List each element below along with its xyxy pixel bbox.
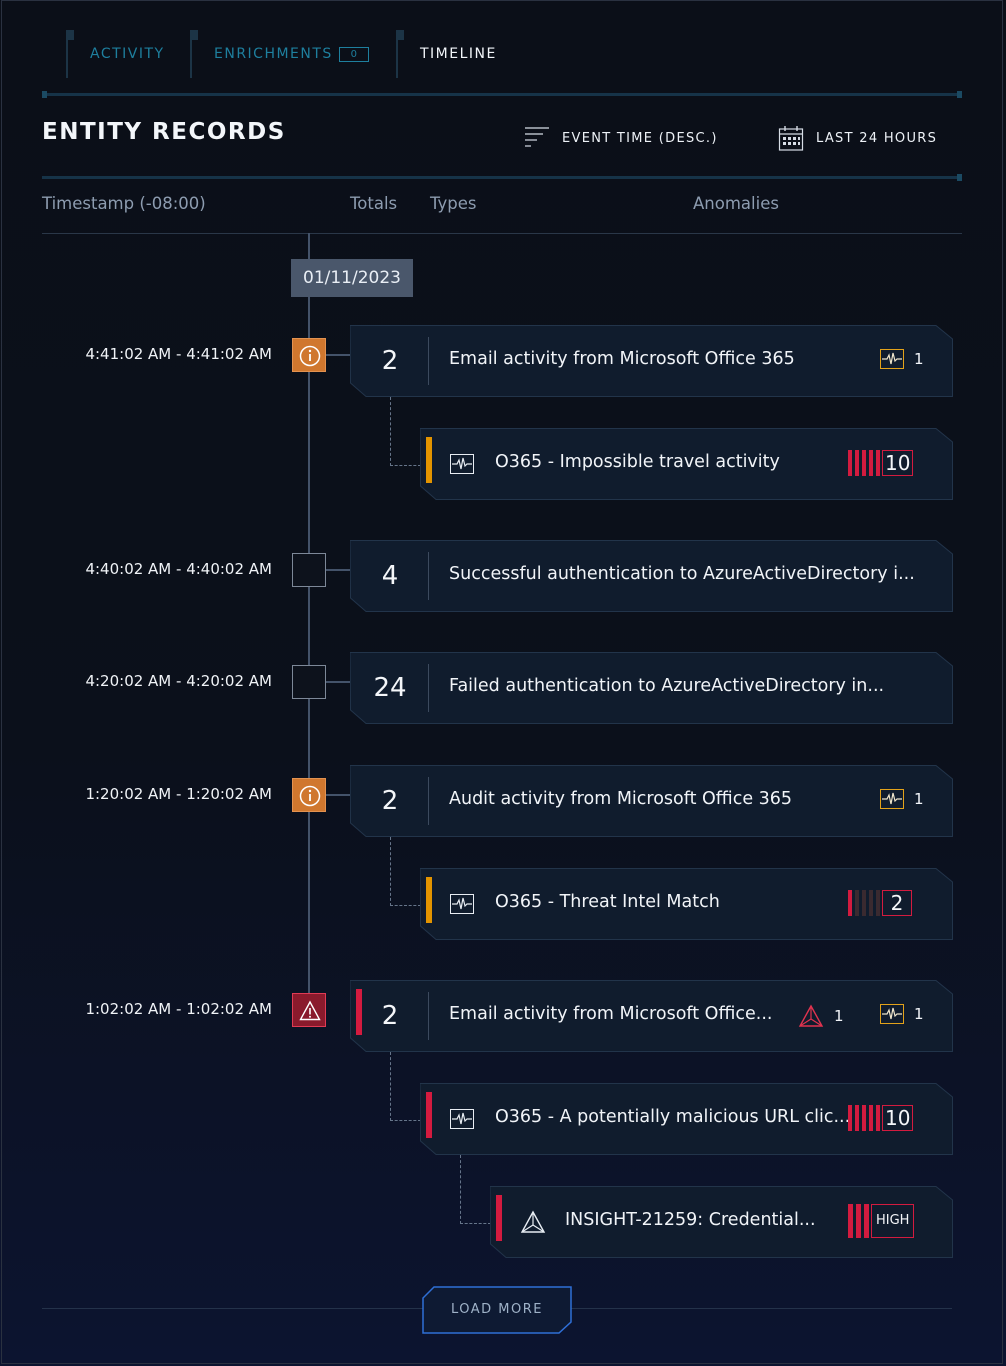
record-timestamp: 4:41:02 AM - 4:41:02 AM [85, 345, 272, 363]
child-connector [390, 837, 421, 906]
record-total: 24 [373, 673, 407, 703]
anomaly-count: 1 [914, 790, 924, 808]
record-card[interactable]: 2 Email activity from Microsoft Office 3… [350, 325, 953, 397]
anomaly-count: 1 [914, 350, 924, 368]
anomaly-name: O365 - Impossible travel activity [495, 452, 780, 472]
severity-meter: 2 [848, 890, 912, 916]
child-connector [390, 1052, 421, 1121]
record-type: Failed authentication to AzureActiveDire… [449, 676, 885, 696]
date-marker: 01/11/2023 [291, 259, 413, 297]
record-card[interactable]: 2 Email activity from Microsoft Office..… [350, 980, 953, 1052]
severity-score: 10 [882, 1105, 914, 1131]
sort-control[interactable]: EVENT TIME (DESC.) [524, 125, 718, 151]
record-type: Email activity from Microsoft Office 365 [449, 349, 795, 369]
anomaly-indicator[interactable]: 1 [880, 1004, 924, 1024]
record-total: 2 [381, 346, 399, 376]
column-header-timestamp: Timestamp (-08:00) [42, 194, 206, 213]
anomaly-pulse-icon [880, 349, 904, 369]
card-divider [428, 664, 429, 712]
severity-bars [848, 890, 880, 916]
child-connector [460, 1155, 491, 1224]
anomaly-indicator[interactable]: 1 [880, 349, 924, 369]
tab-activity-label: ACTIVITY [90, 46, 165, 62]
insight-card[interactable]: INSIGHT-21259: Credential... HIGH [489, 1186, 953, 1258]
pulse-icon [450, 894, 474, 914]
record-timestamp: 4:40:02 AM - 4:40:02 AM [85, 560, 272, 578]
record-type: Email activity from Microsoft Office... [449, 1004, 773, 1024]
column-header-divider [42, 233, 962, 234]
card-divider [428, 337, 429, 385]
severity-bars [848, 1204, 869, 1238]
anomaly-name: O365 - A potentially malicious URL clic.… [495, 1107, 851, 1127]
node-connector [326, 569, 350, 571]
node-connector [326, 794, 350, 796]
insight-name: INSIGHT-21259: Credential... [565, 1210, 816, 1230]
event-node[interactable] [292, 665, 326, 699]
anomaly-indicator[interactable]: 1 [880, 789, 924, 809]
severity-bars [848, 1105, 880, 1131]
pulse-icon [450, 454, 474, 474]
record-total: 2 [381, 1001, 399, 1031]
insight-icon [520, 1210, 546, 1233]
anomaly-card[interactable]: O365 - Threat Intel Match 2 [419, 868, 953, 940]
insight-icon [798, 1004, 824, 1027]
warning-node-icon[interactable] [292, 993, 326, 1027]
sort-icon [525, 127, 549, 147]
page-title: ENTITY RECORDS [42, 119, 286, 145]
node-connector [326, 681, 350, 683]
record-timestamp: 1:20:02 AM - 1:20:02 AM [85, 785, 272, 803]
anomaly-accent [426, 1092, 432, 1138]
record-card[interactable]: 4 Successful authentication to AzureActi… [350, 540, 953, 612]
sort-label: EVENT TIME (DESC.) [562, 130, 718, 146]
insight-count: 1 [834, 1007, 844, 1025]
anomaly-pulse-icon [880, 1004, 904, 1024]
calendar-icon [778, 126, 804, 151]
load-more-button[interactable]: LOAD MORE [422, 1286, 572, 1334]
severity-meter: HIGH [848, 1204, 915, 1238]
anomaly-card[interactable]: O365 - A potentially malicious URL clic.… [419, 1083, 953, 1155]
card-divider [428, 552, 429, 600]
anomaly-accent [426, 877, 432, 923]
severity-label: HIGH [871, 1204, 915, 1238]
header-top-border [42, 91, 962, 98]
info-node-icon[interactable] [292, 778, 326, 812]
record-card[interactable]: 2 Audit activity from Microsoft Office 3… [350, 765, 953, 837]
column-header-types: Types [430, 194, 477, 213]
severity-bars [848, 450, 880, 476]
severity-score: 2 [882, 890, 912, 916]
enrichments-count-badge: 0 [338, 47, 369, 62]
record-timestamp: 4:20:02 AM - 4:20:02 AM [85, 672, 272, 690]
anomaly-card[interactable]: O365 - Impossible travel activity 10 [419, 428, 953, 500]
severity-meter: 10 [848, 1105, 914, 1131]
anomaly-name: O365 - Threat Intel Match [495, 892, 720, 912]
pulse-icon [450, 1109, 474, 1129]
column-header-totals: Totals [350, 194, 398, 213]
time-range-control[interactable]: LAST 24 HOURS [778, 125, 937, 151]
event-node[interactable] [292, 553, 326, 587]
severity-meter: 10 [848, 450, 914, 476]
record-total: 4 [381, 561, 399, 591]
header-bottom-border [42, 174, 962, 181]
anomaly-pulse-icon [880, 789, 904, 809]
insight-indicator[interactable]: 1 [798, 1004, 844, 1028]
time-range-label: LAST 24 HOURS [816, 130, 938, 146]
child-connector [390, 397, 421, 466]
info-node-icon[interactable] [292, 338, 326, 372]
record-total: 2 [381, 786, 399, 816]
record-type: Successful authentication to AzureActive… [449, 564, 915, 584]
record-card[interactable]: 24 Failed authentication to AzureActiveD… [350, 652, 953, 724]
node-connector [326, 354, 350, 356]
load-more-label: LOAD MORE [450, 1302, 543, 1317]
insight-accent [496, 1195, 502, 1241]
tab-enrichments-label: ENRICHMENTS [214, 46, 333, 62]
tab-timeline-label: TIMELINE [420, 46, 497, 62]
record-type: Audit activity from Microsoft Office 365 [449, 789, 793, 809]
card-divider [428, 777, 429, 825]
card-divider [428, 992, 429, 1040]
anomaly-count: 1 [914, 1005, 924, 1023]
column-header-anomalies: Anomalies [693, 194, 779, 213]
anomaly-accent [426, 437, 432, 483]
severity-score: 10 [882, 450, 914, 476]
record-timestamp: 1:02:02 AM - 1:02:02 AM [85, 1000, 272, 1018]
